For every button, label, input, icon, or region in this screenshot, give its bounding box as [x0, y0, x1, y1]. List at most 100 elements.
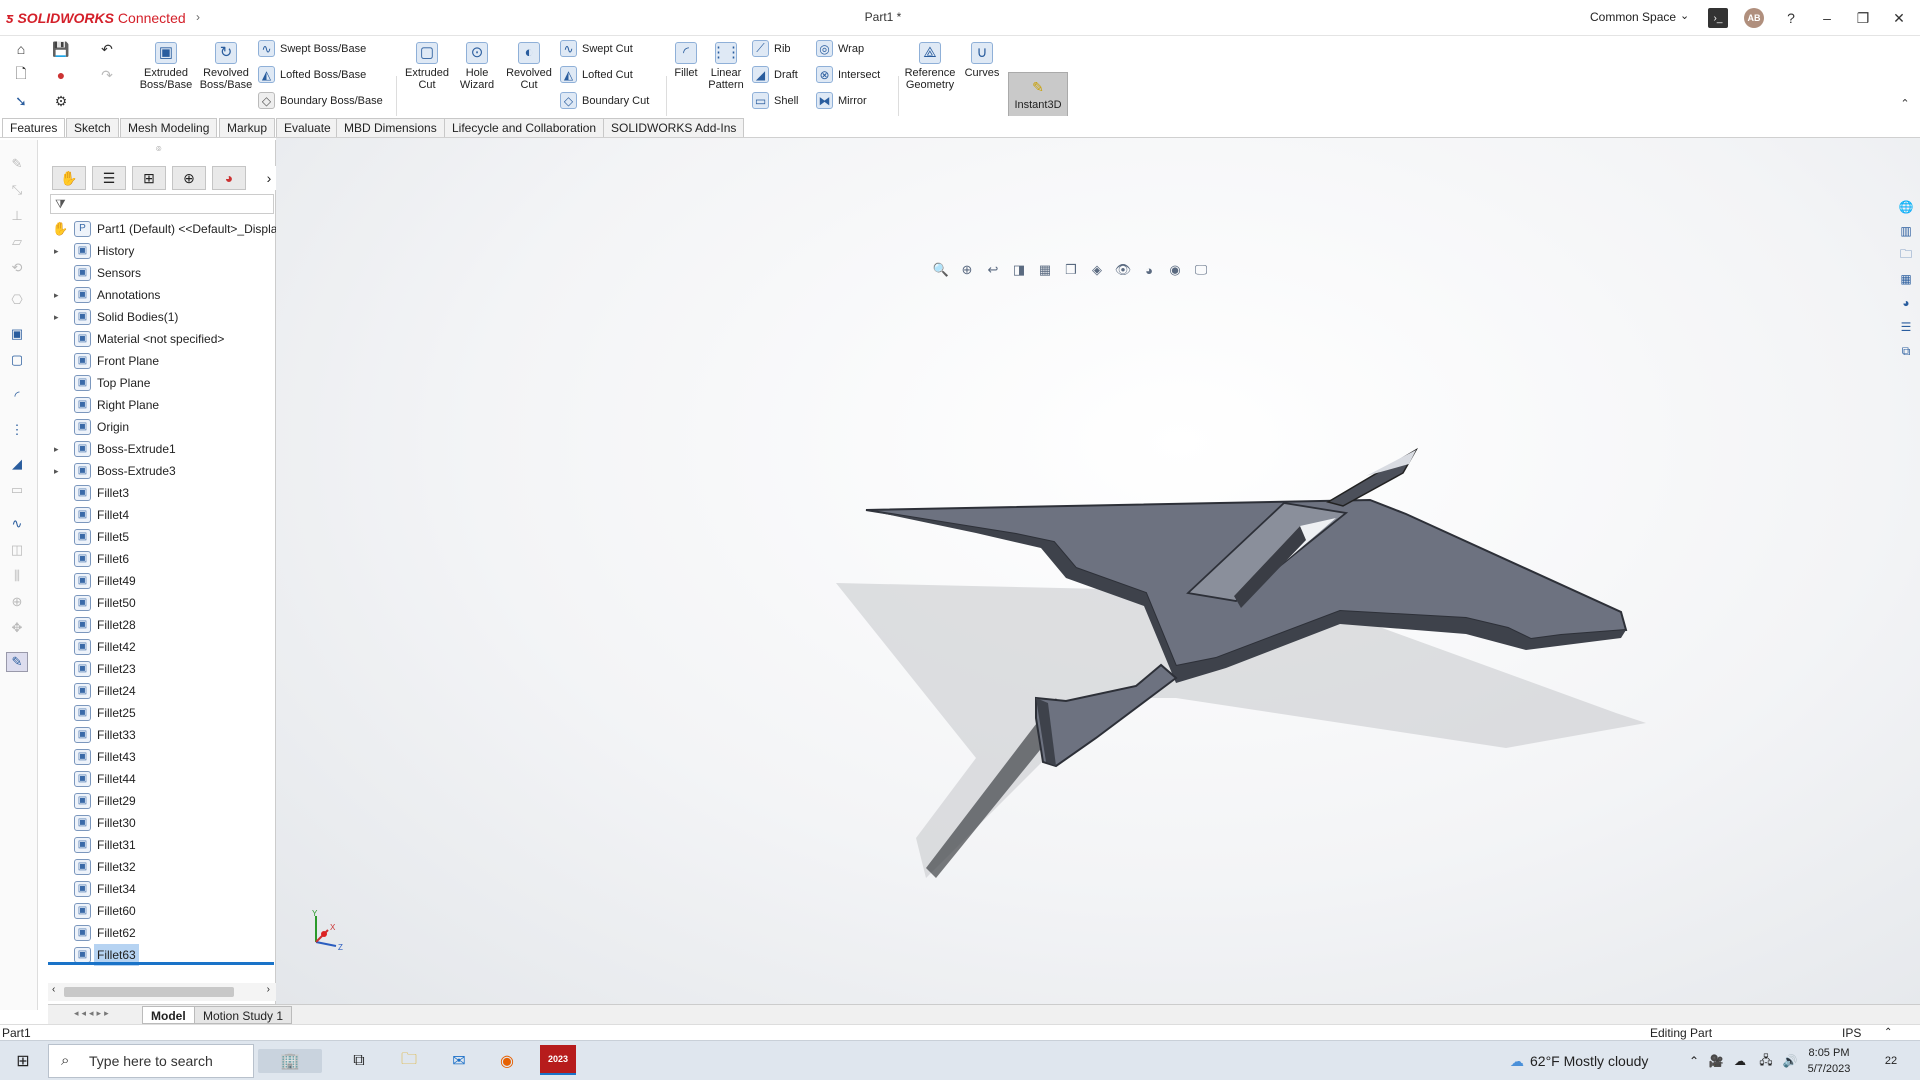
status-units[interactable]: IPS: [1842, 1025, 1861, 1041]
mirror-button[interactable]: ⧓ Mirror: [816, 92, 867, 109]
select-arrow-icon[interactable]: ➘: [10, 90, 32, 112]
tab-mesh-modeling[interactable]: Mesh Modeling: [120, 118, 218, 137]
tab-addins[interactable]: SOLIDWORKS Add-Ins: [603, 118, 745, 137]
save-icon[interactable]: 💾: [50, 38, 72, 60]
view-orientation-icon[interactable]: ❒: [1060, 260, 1082, 280]
home-icon[interactable]: ⌂: [10, 38, 32, 60]
scroll-left-icon[interactable]: ‹: [52, 984, 55, 995]
tree-item[interactable]: ▣ Sensors: [48, 262, 276, 284]
rebuild-icon[interactable]: ●: [50, 64, 72, 86]
file-explorer-icon[interactable]: 🗀: [1894, 244, 1918, 266]
tree-item[interactable]: ▣ Fillet44: [48, 768, 276, 790]
tab-features[interactable]: Features: [2, 118, 66, 137]
wrap-button[interactable]: ◎ Wrap: [816, 40, 864, 57]
onedrive-icon[interactable]: ☁: [1730, 1049, 1750, 1073]
expand-arrow-icon[interactable]: ▸: [54, 284, 59, 306]
solidworks-resources-icon[interactable]: 🌐: [1894, 196, 1918, 218]
fillet-tool-icon[interactable]: ◜: [6, 386, 28, 406]
display-manager-tab-icon[interactable]: ◕: [212, 166, 246, 190]
revolved-cut-button[interactable]: ◐ Revolved Cut: [502, 42, 556, 91]
tree-filter[interactable]: ⧩: [50, 194, 274, 214]
boundary-boss-button[interactable]: ◇ Boundary Boss/Base: [258, 92, 383, 109]
taskbar-clock[interactable]: 8:05 PM 5/7/2023: [1794, 1045, 1864, 1077]
search-highlight-image[interactable]: 🏢: [258, 1049, 322, 1073]
tree-item[interactable]: ▣ Right Plane: [48, 394, 276, 416]
tree-item[interactable]: ▸ ▣ Boss-Extrude3: [48, 460, 276, 482]
tree-item[interactable]: ▣ Fillet49: [48, 570, 276, 592]
tree-item[interactable]: ▣ Fillet5: [48, 526, 276, 548]
tab-mbd-dimensions[interactable]: MBD Dimensions: [336, 118, 445, 137]
tree-item[interactable]: ▸ ▣ Annotations: [48, 284, 276, 306]
dimxpert-tab-icon[interactable]: ⊕: [172, 166, 206, 190]
hole-wizard-button[interactable]: ⊙ Hole Wizard: [452, 42, 502, 91]
graphics-area[interactable]: 🔍 ⊕ ↩ ◨ ▦ ❒ ◈ 👁 ◕ ◉ 🖵 ◧ ◨ – ❐ ✕ 🌐 ▥ 🗀 ▦ …: [276, 138, 1920, 1008]
scrollbar-thumb[interactable]: [64, 987, 234, 997]
convert-icon[interactable]: ⟲: [6, 258, 28, 278]
tab-markup[interactable]: Markup: [219, 118, 276, 137]
tab-motion-study[interactable]: Motion Study 1: [194, 1006, 293, 1024]
surface-tool-icon[interactable]: ◫: [6, 540, 28, 560]
collapse-ribbon-icon[interactable]: ⌃: [1894, 92, 1916, 114]
tree-item[interactable]: ▣ Fillet25: [48, 702, 276, 724]
cut-tool-icon[interactable]: ▢: [6, 350, 28, 370]
expand-arrow-icon[interactable]: ▸: [54, 306, 59, 328]
hide-show-icon[interactable]: 👁: [1112, 260, 1134, 280]
tree-item[interactable]: ▣ Fillet3: [48, 482, 276, 504]
boundary-cut-button[interactable]: ◇ Boundary Cut: [560, 92, 649, 109]
rollback-bar[interactable]: [48, 962, 274, 965]
expand-arrow-icon[interactable]: ▸: [54, 240, 59, 262]
tree-item[interactable]: ▣ Fillet28: [48, 614, 276, 636]
offset-icon[interactable]: ⎔: [6, 290, 28, 310]
design-library-icon[interactable]: ▥: [1894, 220, 1918, 242]
tree-item[interactable]: ▣ Fillet4: [48, 504, 276, 526]
instant3d-tool-icon[interactable]: ✎: [6, 652, 28, 672]
reference-geometry-button[interactable]: ⟁ Reference Geometry: [902, 42, 958, 91]
tree-item[interactable]: ▣ Fillet30: [48, 812, 276, 834]
chevron-down-icon[interactable]: ⌄: [1680, 9, 1689, 22]
windows-start-icon[interactable]: ⊞: [10, 1049, 36, 1073]
propertymanager-tab-icon[interactable]: ☰: [92, 166, 126, 190]
sketch-icon[interactable]: ✎: [6, 154, 28, 174]
lofted-boss-button[interactable]: ◭ Lofted Boss/Base: [258, 66, 366, 83]
draft-button[interactable]: ◢ Draft: [752, 66, 798, 83]
apply-scene-icon[interactable]: ◉: [1164, 260, 1186, 280]
tree-item[interactable]: ▣ Fillet29: [48, 790, 276, 812]
notification-icon[interactable]: 22: [1876, 1049, 1906, 1073]
tree-item[interactable]: ▣ Fillet23: [48, 658, 276, 680]
taskbar-search-input[interactable]: ⌕ Type here to search: [48, 1044, 254, 1078]
extruded-cut-button[interactable]: ▢ Extruded Cut: [400, 42, 454, 91]
tree-item[interactable]: ▣ Top Plane: [48, 372, 276, 394]
tray-chevron-icon[interactable]: ⌃: [1684, 1049, 1704, 1073]
tree-item[interactable]: ▣ Fillet24: [48, 680, 276, 702]
display-style-icon[interactable]: ◈: [1086, 260, 1108, 280]
scroll-right-icon[interactable]: ›: [267, 984, 270, 995]
tab-scroll-icons[interactable]: ◂◂◂▸▸: [74, 1008, 112, 1019]
tree-item[interactable]: ▸ ▣ Solid Bodies(1): [48, 306, 276, 328]
configurationmanager-tab-icon[interactable]: ⊞: [132, 166, 166, 190]
zoom-to-area-icon[interactable]: ⊕: [956, 260, 978, 280]
command-icon[interactable]: ›_: [1708, 8, 1728, 28]
view-settings-icon[interactable]: 🖵: [1190, 260, 1212, 280]
meet-icon[interactable]: 🎥: [1706, 1049, 1726, 1073]
draft-tool-icon[interactable]: ◢: [6, 454, 28, 474]
tree-item[interactable]: ▣ Fillet31: [48, 834, 276, 856]
edit-appearance-icon[interactable]: ◕: [1138, 260, 1160, 280]
plane-icon[interactable]: ▱: [6, 232, 28, 252]
custom-properties-icon[interactable]: ☰: [1894, 316, 1918, 338]
solidworks-forum-icon[interactable]: ⧉: [1894, 340, 1918, 362]
tree-item[interactable]: ▸ ▣ History: [48, 240, 276, 262]
intersect-button[interactable]: ⊗ Intersect: [816, 66, 880, 83]
featuremanager-tab-icon[interactable]: ✋: [52, 166, 86, 190]
section-view-icon[interactable]: ◨: [1008, 260, 1030, 280]
tree-item[interactable]: ▣ Front Plane: [48, 350, 276, 372]
redo-icon[interactable]: ↷: [96, 64, 118, 86]
pattern-tool-icon[interactable]: ⋮: [6, 420, 28, 440]
tree-item[interactable]: ▣ Origin: [48, 416, 276, 438]
expand-arrow-icon[interactable]: ▸: [54, 460, 59, 482]
split-tool-icon[interactable]: ⫼: [6, 566, 28, 586]
extrude-tool-icon[interactable]: ▣: [6, 324, 28, 344]
tab-model[interactable]: Model: [142, 1006, 195, 1024]
tree-item[interactable]: ▣ Fillet34: [48, 878, 276, 900]
curve-tool-icon[interactable]: ∿: [6, 514, 28, 534]
new-document-icon[interactable]: 🗋: [10, 64, 32, 86]
